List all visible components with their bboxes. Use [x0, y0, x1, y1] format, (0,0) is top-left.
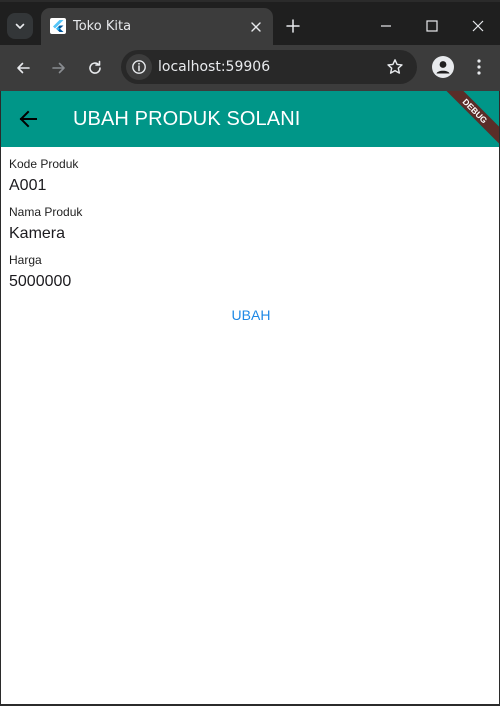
minimize-icon[interactable] — [376, 16, 396, 36]
browser-tabstrip: Toko Kita — [0, 0, 500, 47]
star-icon[interactable] — [385, 57, 405, 77]
debug-banner: DEBUG — [443, 91, 499, 147]
kode-produk-value: A001 — [9, 177, 47, 194]
back-arrow-icon[interactable] — [12, 57, 34, 79]
plus-icon[interactable] — [283, 16, 303, 36]
profile-icon[interactable] — [432, 56, 454, 78]
close-window-icon[interactable] — [468, 16, 488, 36]
window-border-left — [0, 91, 1, 706]
ubah-button[interactable]: UBAH — [216, 301, 286, 329]
app-bar: UBAH PRODUK SOLANI DEBUG — [1, 91, 499, 147]
more-vert-icon[interactable] — [469, 56, 489, 78]
browser-tab[interactable]: Toko Kita — [41, 8, 273, 47]
forward-arrow-icon[interactable] — [48, 57, 70, 79]
back-arrow-icon[interactable] — [16, 107, 40, 131]
url-text[interactable]: localhost:59906 — [158, 59, 270, 75]
flutter-favicon-icon — [50, 18, 66, 34]
tab-title: Toko Kita — [73, 19, 132, 34]
reload-icon[interactable] — [84, 57, 106, 79]
tab-search-icon[interactable] — [7, 13, 33, 39]
nama-produk-label: Nama Produk — [9, 205, 83, 219]
harga-label: Harga — [9, 253, 42, 267]
site-info-icon[interactable] — [126, 54, 152, 80]
app-viewport: UBAH PRODUK SOLANI DEBUG Kode Produk A00… — [1, 91, 499, 704]
nama-produk-value: Kamera — [9, 225, 66, 242]
maximize-icon[interactable] — [422, 16, 442, 36]
kode-produk-label: Kode Produk — [9, 157, 79, 171]
debug-banner-label: DEBUG — [443, 91, 499, 147]
browser-toolbar: localhost:59906 — [0, 45, 500, 91]
close-icon[interactable] — [247, 18, 265, 36]
address-bar[interactable]: localhost:59906 — [121, 50, 417, 84]
page-title: UBAH PRODUK SOLANI — [73, 108, 301, 130]
harga-value: 5000000 — [9, 273, 72, 290]
